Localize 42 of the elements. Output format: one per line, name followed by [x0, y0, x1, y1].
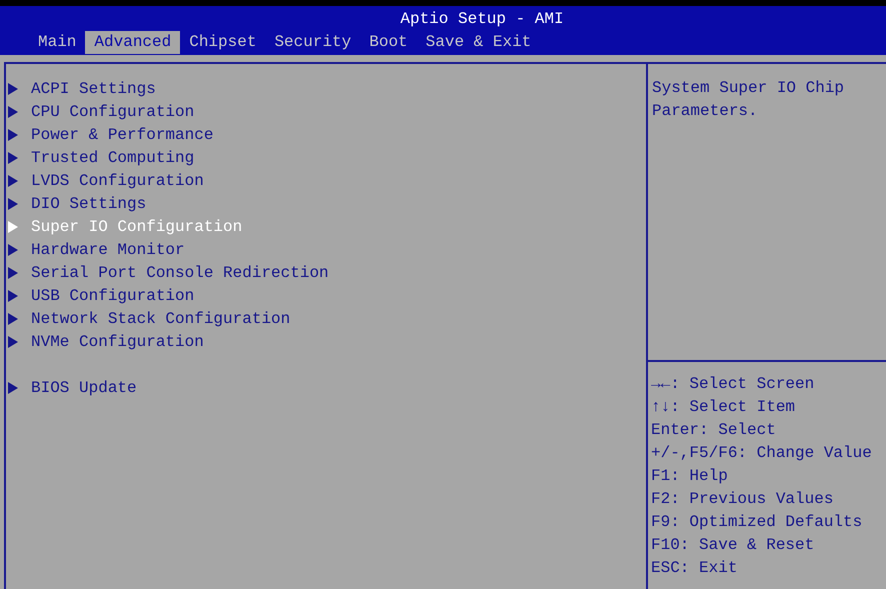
key-hint: +/-,F5/F6: Change Value — [651, 443, 873, 464]
menu-tab[interactable]: Main — [29, 31, 86, 54]
triangle-icon — [8, 382, 18, 394]
key-hint: ESC: Exit — [651, 558, 738, 579]
menu-tab[interactable]: Advanced — [85, 31, 180, 54]
triangle-icon — [8, 336, 18, 348]
menu-item[interactable]: Power & Performance — [8, 123, 646, 146]
key-hint: Enter: Select — [651, 420, 777, 441]
menu-tab[interactable]: Security — [265, 31, 360, 54]
triangle-icon — [8, 174, 18, 186]
triangle-icon — [8, 128, 18, 140]
menu-tab[interactable]: Save & Exit — [416, 31, 540, 54]
triangle-icon — [8, 312, 18, 324]
key-hint: ↑↓: Select Item — [651, 397, 796, 418]
menu-item[interactable]: LVDS Configuration — [8, 169, 646, 192]
menu-item[interactable]: Hardware Monitor — [8, 238, 646, 261]
triangle-icon — [8, 152, 18, 164]
triangle-icon — [8, 244, 18, 256]
key-hint: →←: Select Screen — [651, 374, 816, 395]
triangle-icon — [8, 220, 18, 232]
menu-tab[interactable]: Chipset — [180, 31, 266, 54]
menu-item[interactable]: Serial Port Console Redirection — [8, 261, 646, 284]
key-hint: F9: Optimized Defaults — [651, 512, 864, 533]
menu-item[interactable]: USB Configuration — [8, 284, 646, 307]
menu-item[interactable]: Trusted Computing — [8, 146, 646, 169]
menu-item[interactable]: Network Stack Configuration — [8, 307, 646, 330]
key-hint: F2: Previous Values — [651, 489, 834, 510]
triangle-icon — [8, 198, 18, 210]
menu-tab[interactable]: Boot — [360, 31, 417, 54]
key-hint: F10: Save & Reset — [651, 535, 816, 556]
menu-item[interactable]: NVMe Configuration — [8, 330, 646, 353]
menu-item[interactable]: CPU Configuration — [8, 100, 646, 123]
triangle-icon — [8, 290, 18, 302]
window-title: Aptio Setup - AMI — [399, 9, 565, 30]
help-description: System Super IO Chip Parameters. — [648, 64, 886, 362]
triangle-icon — [8, 82, 18, 94]
menu-item[interactable]: ACPI Settings — [8, 77, 646, 100]
triangle-icon — [8, 266, 18, 278]
triangle-icon — [8, 106, 18, 118]
menu-item[interactable]: BIOS Update — [8, 376, 646, 399]
menu-item[interactable]: DIO Settings — [8, 192, 646, 215]
key-hint: F1: Help — [651, 466, 729, 487]
